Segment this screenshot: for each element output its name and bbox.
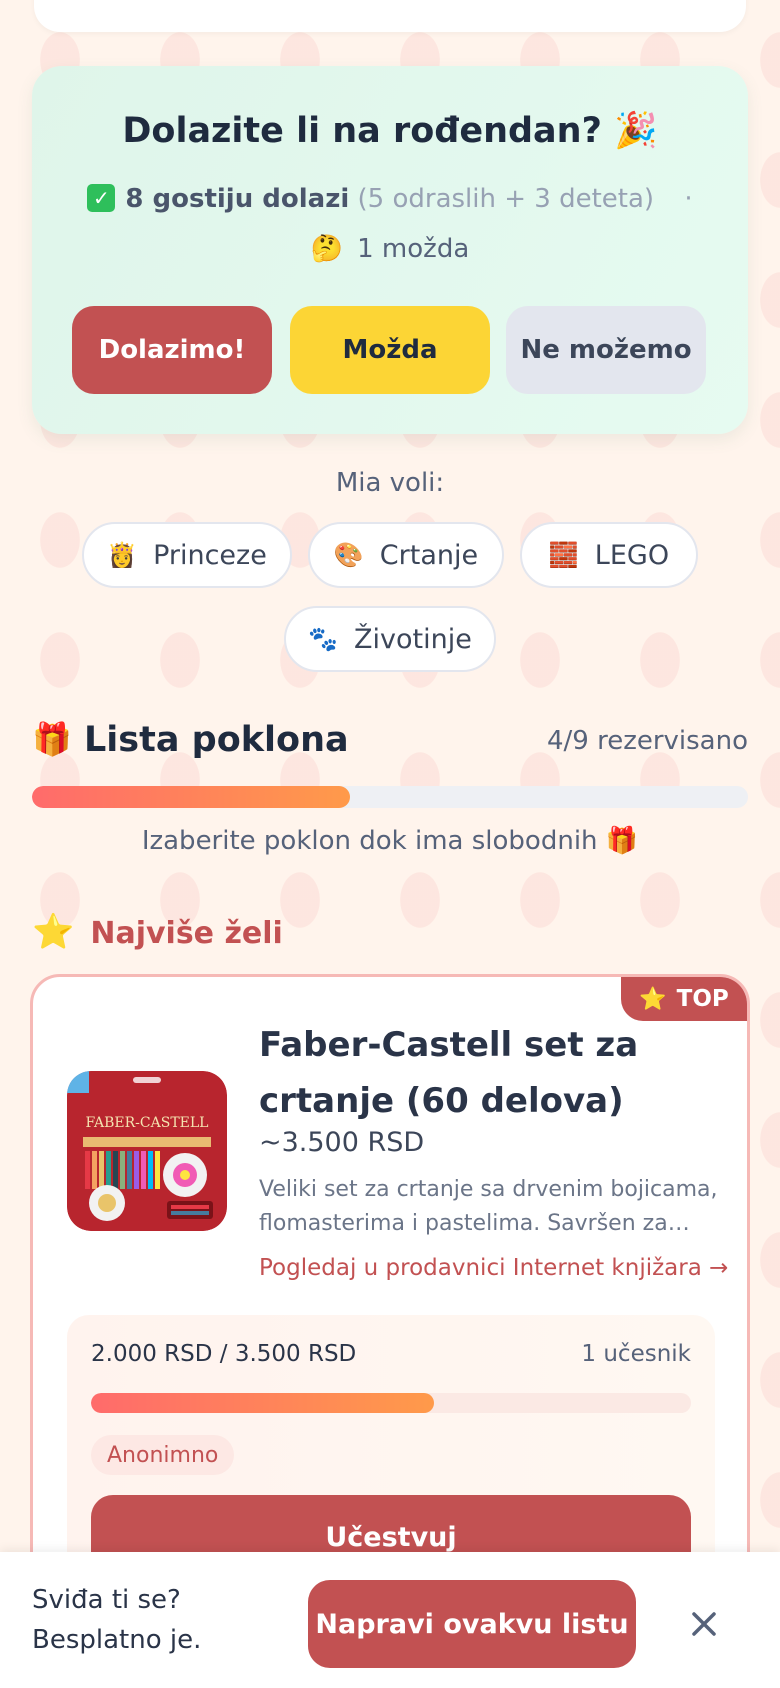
product-price: ~3.500 RSD bbox=[259, 1127, 425, 1158]
close-icon bbox=[692, 1612, 716, 1636]
chip-label: Crtanje bbox=[379, 539, 479, 571]
attending-count: 8 gostiju dolazi bbox=[125, 184, 350, 214]
rsvp-title: Dolazite li na rođendan? 🎉 bbox=[122, 111, 658, 151]
product-image[interactable]: FABER-CASTELL bbox=[67, 1071, 227, 1231]
top-wishes-heading: ⭐ Najviše želi bbox=[32, 912, 283, 952]
promo-text: Sviđa ti se? Besplatno je. bbox=[32, 1580, 201, 1660]
brand-lettering: FABER-CASTELL bbox=[86, 1115, 209, 1131]
interest-chip-animals: 🐾 Životinje bbox=[284, 606, 496, 672]
thinking-face-icon: 🤔 bbox=[310, 234, 344, 264]
pencil-set-illustration: FABER-CASTELL bbox=[67, 1071, 227, 1231]
chip-label: Životinje bbox=[354, 623, 472, 655]
likes-title: Mia voli: bbox=[335, 468, 445, 498]
attend-no-button[interactable]: Ne možemo bbox=[506, 306, 706, 394]
reserved-count: 4/9 rezervisano bbox=[546, 726, 748, 756]
close-button[interactable] bbox=[684, 1604, 724, 1644]
previous-card bbox=[34, 0, 746, 32]
promo-bottom-bar: Sviđa ti se? Besplatno je. Napravi ovakv… bbox=[0, 1552, 780, 1688]
princess-icon: 👸 bbox=[107, 541, 138, 569]
interest-chip-princess: 👸 Princeze bbox=[82, 522, 292, 588]
create-list-button[interactable]: Napravi ovakvu listu bbox=[308, 1580, 636, 1668]
palette-icon: 🎨 bbox=[333, 541, 364, 569]
chip-label: Princeze bbox=[153, 539, 267, 571]
product-name[interactable]: Faber-Castell set za crtanje (60 delova) bbox=[259, 1017, 719, 1129]
promo-line-1: Sviđa ti se? bbox=[32, 1585, 181, 1615]
attend-maybe-button[interactable]: Možda bbox=[290, 306, 490, 394]
gift-list-header: 🎁 Lista poklona 4/9 rezervisano bbox=[32, 720, 748, 764]
paw-prints-icon: 🐾 bbox=[308, 625, 339, 653]
reserved-progress-fill bbox=[32, 786, 350, 808]
gift-hint: Izaberite poklon dok ima slobodnih 🎁 bbox=[141, 826, 639, 856]
store-link[interactable]: Pogledaj u prodavnici Internet knjižara … bbox=[259, 1255, 728, 1281]
rsvp-card: Dolazite li na rođendan? 🎉 ✓ 8 gostiju do… bbox=[32, 66, 748, 434]
check-icon: ✓ bbox=[87, 184, 116, 212]
attending-detail: (5 odraslih + 3 deteta) bbox=[357, 184, 655, 214]
reserved-progress-bar bbox=[32, 786, 748, 808]
gift-list-title: Lista poklona bbox=[84, 720, 349, 760]
gift-icon: 🎁 bbox=[32, 720, 72, 758]
maybe-summary: 🤔 1 možda bbox=[32, 234, 748, 264]
contribution-progress-bar bbox=[91, 1393, 691, 1413]
top-badge: ⭐ TOP bbox=[621, 977, 747, 1021]
brick-icon: 🧱 bbox=[548, 541, 579, 569]
interest-chip-lego: 🧱 LEGO bbox=[520, 522, 698, 588]
promo-line-2: Besplatno je. bbox=[32, 1625, 202, 1655]
top-badge-label: TOP bbox=[676, 986, 729, 1012]
anonymous-tag: Anonimno bbox=[91, 1435, 235, 1475]
participant-count: 1 učesnik bbox=[581, 1341, 691, 1367]
contribution-progress-fill bbox=[91, 1393, 434, 1413]
star-icon: ⭐ bbox=[639, 986, 667, 1012]
top-wishes-title: Najviše želi bbox=[90, 916, 283, 951]
product-description: Veliki set za crtanje sa drvenim bojicam… bbox=[259, 1177, 718, 1236]
contribution-amount: 2.000 RSD / 3.500 RSD bbox=[91, 1341, 357, 1367]
maybe-count: 1 možda bbox=[357, 234, 470, 264]
star-icon: ⭐ bbox=[32, 912, 75, 952]
attendance-summary: ✓ 8 gostiju dolazi (5 odraslih + 3 deteta… bbox=[32, 184, 748, 214]
attend-yes-button[interactable]: Dolazimo! bbox=[72, 306, 272, 394]
separator: · bbox=[684, 184, 693, 214]
interest-chip-drawing: 🎨 Crtanje bbox=[308, 522, 504, 588]
chip-label: LEGO bbox=[594, 539, 670, 571]
